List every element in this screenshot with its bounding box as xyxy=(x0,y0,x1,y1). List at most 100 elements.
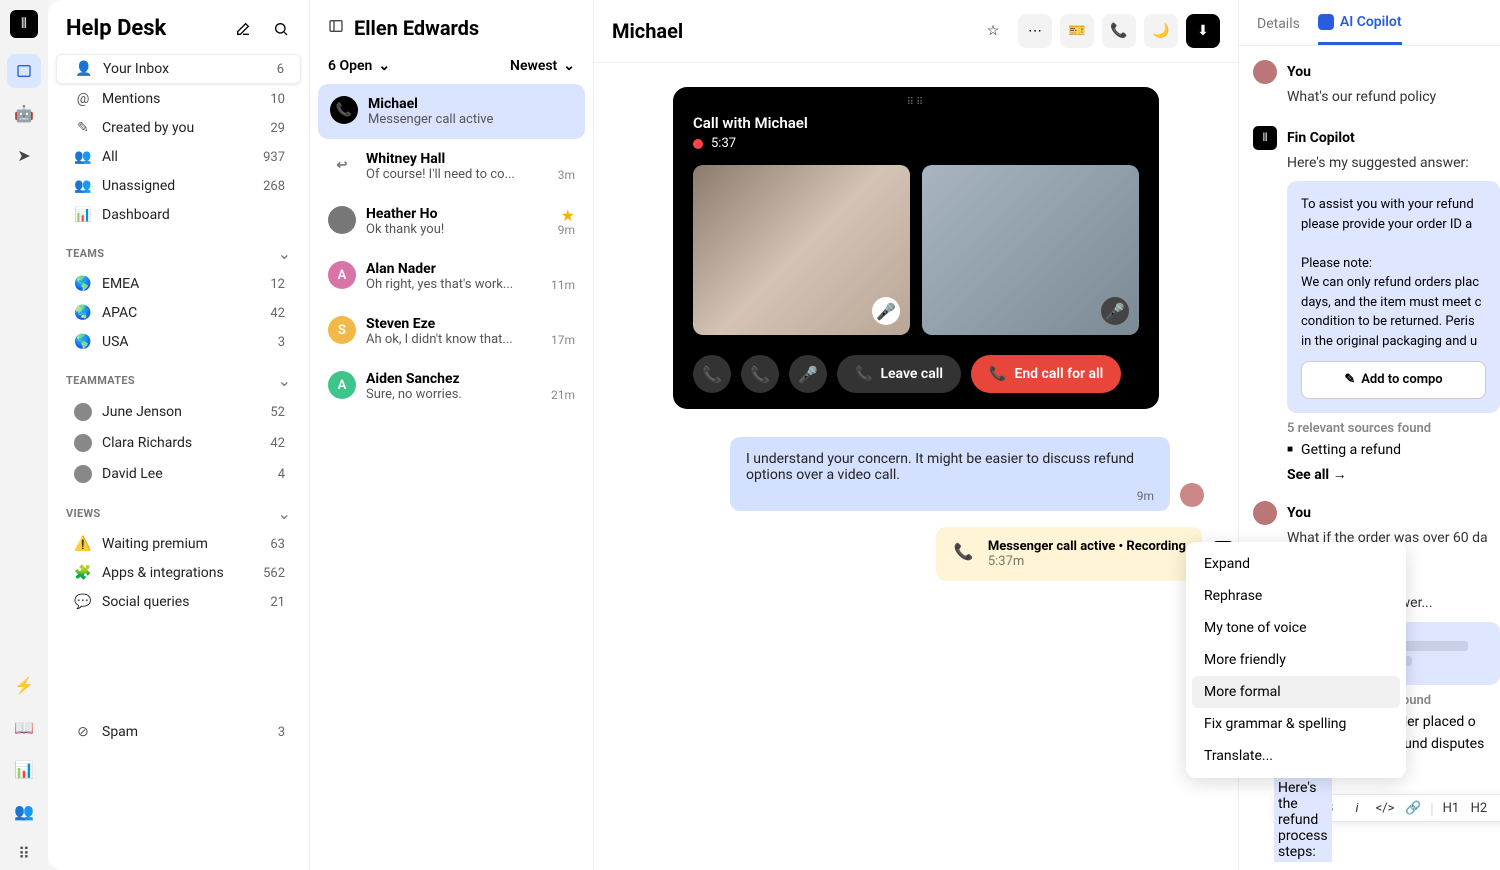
call-add-button[interactable]: 📞 xyxy=(741,355,779,393)
close-conversation-icon[interactable]: ⬇ xyxy=(1186,14,1220,48)
ai-menu-item[interactable]: Rephrase xyxy=(1192,580,1400,612)
italic-button[interactable]: i xyxy=(1346,801,1368,816)
rail-apps[interactable]: ⠿ xyxy=(7,836,41,870)
reply-icon: ↩ xyxy=(328,151,356,179)
rail-bolt[interactable]: ⚡ xyxy=(7,668,41,702)
contact-avatar: A xyxy=(328,261,356,289)
filter-open[interactable]: 6 Open ⌄ xyxy=(328,58,390,74)
video-participant-2: 🎤 xyxy=(922,165,1139,335)
ai-menu-item[interactable]: More friendly xyxy=(1192,644,1400,676)
rail-book[interactable]: 📖 xyxy=(7,710,41,744)
inbox-owner: Ellen Edwards xyxy=(354,16,479,40)
rail-people[interactable]: 👥 xyxy=(7,794,41,828)
ai-rewrite-menu: ExpandRephraseMy tone of voiceMore frien… xyxy=(1186,542,1406,778)
spam-icon: ⊘ xyxy=(74,724,92,740)
drag-handle[interactable]: ⠿⠿ xyxy=(673,97,1159,108)
views-header: VIEWS xyxy=(66,507,272,520)
tab-details[interactable]: Details xyxy=(1257,14,1300,45)
conversation-list: Ellen Edwards 6 Open ⌄ Newest ⌄ 📞Michael… xyxy=(310,0,594,870)
compose-icon[interactable] xyxy=(231,17,255,41)
conversation-item[interactable]: SSteven EzeAh ok, I didn't know that...1… xyxy=(310,304,593,359)
chevron-down-icon: ⌄ xyxy=(563,58,575,74)
mute-button[interactable]: 🎤 xyxy=(789,355,827,393)
chevron-down-icon[interactable]: ⌄ xyxy=(278,371,291,390)
user-avatar xyxy=(1253,501,1277,525)
rail-chart[interactable]: 📊 xyxy=(7,752,41,786)
ticket-icon[interactable]: 🎫 xyxy=(1060,14,1094,48)
copilot-user-msg: You What's our refund policy xyxy=(1253,60,1500,108)
phone-icon: 📞 xyxy=(952,539,976,563)
suggested-answer: To assist you with your refund please pr… xyxy=(1287,181,1500,413)
sidebar-item[interactable]: @Mentions10 xyxy=(56,85,301,113)
rail-inbox[interactable] xyxy=(7,54,41,88)
app-logo: ⦀ xyxy=(10,10,38,38)
panel-toggle-icon[interactable] xyxy=(328,18,344,38)
app-title: Help Desk xyxy=(66,16,217,41)
agent-avatar xyxy=(1180,483,1204,507)
snooze-icon[interactable]: 🌙 xyxy=(1144,14,1178,48)
chevron-down-icon[interactable]: ⌄ xyxy=(278,504,291,523)
video-participant-1: 🎤 xyxy=(693,165,910,335)
sort-newest[interactable]: Newest ⌄ xyxy=(510,58,575,74)
ai-menu-item[interactable]: Translate... xyxy=(1192,740,1400,772)
mic-icon[interactable]: 🎤 xyxy=(872,297,900,325)
contact-avatar xyxy=(328,206,356,234)
conversation-item[interactable]: AAiden SanchezSure, no worries.21m xyxy=(310,359,593,414)
see-all-link[interactable]: See all → xyxy=(1287,466,1500,483)
sidebar-item[interactable]: David Lee4 xyxy=(56,459,301,489)
teammates-header: TEAMMATES xyxy=(66,374,272,387)
insert-button[interactable]: ⊡ xyxy=(1496,801,1500,816)
conversation-item[interactable]: 📞MichaelMessenger call active xyxy=(318,84,585,139)
sidebar-item-spam[interactable]: ⊘Spam3 xyxy=(56,718,301,746)
phone-icon[interactable]: 📞 xyxy=(1102,14,1136,48)
ai-menu-item[interactable]: Expand xyxy=(1192,548,1400,580)
phone-icon: 📞 xyxy=(330,96,358,124)
copilot-icon xyxy=(1318,14,1334,30)
call-transfer-button[interactable]: 📞 xyxy=(693,355,731,393)
sidebar-item[interactable]: June Jenson52 xyxy=(56,397,301,427)
h2-button[interactable]: H2 xyxy=(1468,801,1490,816)
sidebar-item[interactable]: 🧩Apps & integrations562 xyxy=(56,559,301,587)
sidebar-item[interactable]: Clara Richards42 xyxy=(56,428,301,458)
copilot-bot-msg: ⦀Fin Copilot Here's my suggested answer:… xyxy=(1253,126,1500,483)
code-button[interactable]: </> xyxy=(1374,801,1396,816)
source-item[interactable]: ■Getting a refund xyxy=(1287,442,1500,458)
sidebar-item[interactable]: 🌎USA3 xyxy=(56,328,301,356)
conversation-item[interactable]: ↩Whitney HallOf course! I'll need to co.… xyxy=(310,139,593,194)
sidebar-item[interactable]: ✎Created by you29 xyxy=(56,114,301,142)
more-icon[interactable]: ⋯ xyxy=(1018,14,1052,48)
sidebar-item[interactable]: 👥All937 xyxy=(56,143,301,171)
conversation-panel: Michael ☆ ⋯ 🎫 📞 🌙 ⬇ ⠿⠿ Call with Michael… xyxy=(594,0,1238,870)
tab-ai-copilot[interactable]: AI Copilot xyxy=(1318,14,1402,45)
chevron-down-icon[interactable]: ⌄ xyxy=(278,244,291,263)
ai-menu-item[interactable]: More formal xyxy=(1192,676,1400,708)
icon-rail: ⦀ 🤖 ➤ ⚡ 📖 📊 👥 ⠿ xyxy=(0,0,48,870)
sidebar-item[interactable]: 🌎EMEA12 xyxy=(56,270,301,298)
rail-send[interactable]: ➤ xyxy=(7,138,41,172)
sidebar-item[interactable]: 📊Dashboard xyxy=(56,201,301,229)
composer-draft[interactable]: Here's the refund process steps: xyxy=(1274,778,1332,862)
link-button[interactable]: 🔗 xyxy=(1402,801,1424,816)
h1-button[interactable]: H1 xyxy=(1440,801,1462,816)
recording-dot-icon xyxy=(693,139,703,149)
ai-menu-item[interactable]: Fix grammar & spelling xyxy=(1192,708,1400,740)
conversation-item[interactable]: Heather HoOk thank you!★9m xyxy=(310,194,593,249)
mic-muted-icon[interactable]: 🎤 xyxy=(1101,297,1129,325)
call-status-card: 📞 Messenger call active • Recording 5:37… xyxy=(936,527,1202,581)
teams-header: TEAMS xyxy=(66,247,272,260)
contact-name: Michael xyxy=(612,19,968,43)
sidebar-item[interactable]: 🌏APAC42 xyxy=(56,299,301,327)
star-icon[interactable]: ☆ xyxy=(976,14,1010,48)
conversation-item[interactable]: AAlan NaderOh right, yes that's work...1… xyxy=(310,249,593,304)
leave-call-button[interactable]: 📞 Leave call xyxy=(837,355,961,393)
add-to-composer-button[interactable]: ✎ Add to compo xyxy=(1301,361,1486,399)
sidebar-item[interactable]: 👤Your Inbox6 xyxy=(56,54,301,84)
sidebar-item[interactable]: 👥Unassigned268 xyxy=(56,172,301,200)
rail-bot[interactable]: 🤖 xyxy=(7,96,41,130)
ai-menu-item[interactable]: My tone of voice xyxy=(1192,612,1400,644)
call-title: Call with Michael xyxy=(693,114,1139,132)
end-call-button[interactable]: 📞 End call for all xyxy=(971,355,1121,393)
sidebar-item[interactable]: ⚠️Waiting premium63 xyxy=(56,530,301,558)
sidebar-item[interactable]: 💬Social queries21 xyxy=(56,588,301,616)
search-icon[interactable] xyxy=(269,17,293,41)
